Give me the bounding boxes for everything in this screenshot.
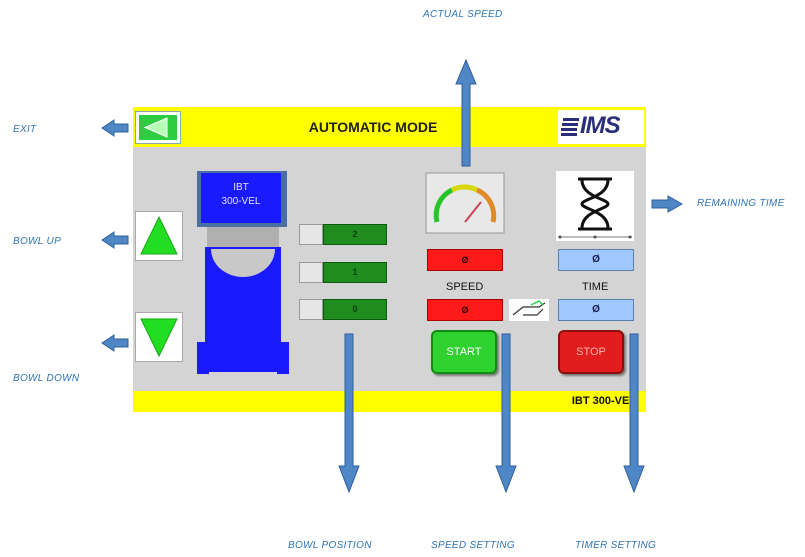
callout-exit: EXIT: [13, 124, 37, 135]
bowl-up-button[interactable]: [135, 211, 183, 261]
down-triangle-icon: [140, 318, 178, 358]
position-value: 0: [323, 299, 387, 320]
arrow-left-bowl-up-icon: [101, 231, 129, 249]
bowl-down-button[interactable]: [135, 312, 183, 362]
position-indicator: [299, 224, 323, 245]
callout-bowl-down: BOWL DOWN: [13, 373, 80, 384]
logo-text: IMS: [580, 112, 621, 139]
position-row-1[interactable]: 1: [299, 262, 391, 283]
bowl-label-line1: IBT: [233, 182, 249, 193]
up-triangle-icon: [140, 215, 178, 255]
callout-bowl-up: BOWL UP: [13, 236, 62, 247]
remaining-time-display: Ø: [558, 249, 634, 271]
callout-remaining-time: REMAINING TIME: [697, 198, 785, 209]
arrow-right-remaining-time-icon: [651, 195, 684, 213]
hourglass-icon: [556, 171, 634, 241]
arrow-left-bowl-down-icon: [101, 334, 129, 352]
bowl-model-label: IBT 300-VEL: [201, 173, 281, 223]
callout-actual-speed: ACTUAL SPEED: [423, 9, 503, 20]
actual-speed-display: Ø: [427, 249, 503, 271]
speed-gauge-icon: [425, 172, 505, 234]
exit-arrow-icon: [139, 115, 177, 140]
callout-speed-setting: SPEED SETTING: [431, 540, 515, 551]
speed-setting-input[interactable]: Ø: [427, 299, 503, 321]
ims-logo: IMS: [558, 110, 644, 144]
model-label: IBT 300-VEL: [571, 395, 636, 407]
timer-setting-input[interactable]: Ø: [558, 299, 634, 321]
logo-stripes-icon: [561, 118, 579, 136]
stop-button[interactable]: STOP: [558, 330, 624, 374]
mode-title: AUTOMATIC MODE: [308, 119, 438, 135]
bowl-label-line2: 300-VEL: [221, 196, 261, 207]
speed-label: SPEED: [446, 281, 484, 293]
callout-timer-setting: TIMER SETTING: [575, 540, 657, 551]
position-row-0[interactable]: 0: [299, 299, 391, 320]
position-value: 1: [323, 262, 387, 283]
position-indicator: [299, 299, 323, 320]
position-row-2[interactable]: 2: [299, 224, 391, 245]
arrow-left-exit-icon: [101, 119, 129, 137]
position-indicator: [299, 262, 323, 283]
time-label: TIME: [582, 281, 609, 293]
start-button[interactable]: START: [431, 330, 497, 374]
hand-pointer-icon: [509, 299, 549, 321]
hmi-panel: AUTOMATIC MODE IMS IBT 300-VEL 2 1 0 Ø S…: [133, 107, 646, 412]
header-bar: AUTOMATIC MODE IMS: [133, 107, 646, 147]
position-value: 2: [323, 224, 387, 245]
exit-button[interactable]: [135, 111, 181, 144]
footer-bar: IBT 300-VEL: [133, 391, 646, 412]
callout-bowl-position: BOWL POSITION: [288, 540, 372, 551]
